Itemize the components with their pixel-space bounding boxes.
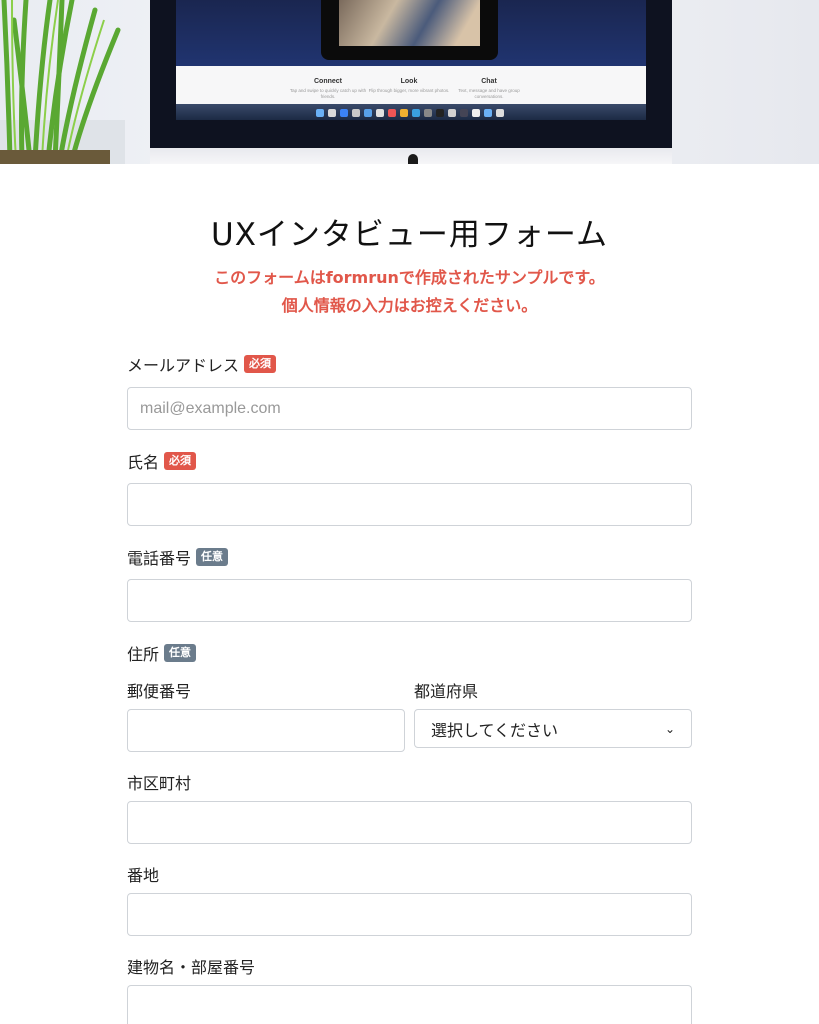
email-label-text: メールアドレス bbox=[127, 356, 240, 375]
name-label: 氏名 必須 bbox=[127, 449, 197, 473]
email-placeholder: mail@example.com bbox=[140, 399, 281, 417]
phone-label-text: 電話番号 bbox=[127, 549, 192, 568]
street-label: 番地 bbox=[127, 862, 159, 886]
building-label-text: 建物名・部屋番号 bbox=[127, 958, 256, 977]
notice-line-2: 個人情報の入力はお控えください。 bbox=[281, 296, 538, 315]
email-label: メールアドレス 必須 bbox=[127, 352, 277, 376]
notice-line-1: このフォームはformrunで作成されたサンプルです。 bbox=[214, 268, 605, 287]
feature-connect: Connect Tap and swipe to quickly catch u… bbox=[283, 78, 373, 100]
form-title: UXインタビュー用フォーム bbox=[211, 217, 608, 253]
email-input[interactable]: mail@example.com bbox=[127, 387, 692, 430]
feature-look: Look Flip through bigger, more vibrant p… bbox=[364, 78, 454, 94]
optional-badge: 任意 bbox=[196, 548, 229, 566]
building-input[interactable] bbox=[127, 985, 692, 1024]
city-input[interactable] bbox=[127, 801, 692, 844]
postal-label-text: 郵便番号 bbox=[127, 682, 192, 701]
city-label-text: 市区町村 bbox=[127, 774, 192, 793]
required-badge: 必須 bbox=[164, 452, 197, 470]
plant-illustration bbox=[0, 0, 125, 164]
dock bbox=[176, 104, 646, 120]
required-badge: 必須 bbox=[244, 355, 277, 373]
prefecture-select[interactable]: 選択してください ⌄ bbox=[414, 709, 692, 748]
prefecture-selected-value: 選択してください bbox=[431, 720, 559, 740]
optional-badge: 任意 bbox=[164, 644, 197, 662]
prefecture-label: 都道府県 bbox=[414, 678, 478, 702]
form-notice: このフォームはformrunで作成されたサンプルです。 個人情報の入力はお控えく… bbox=[0, 264, 819, 320]
street-input[interactable] bbox=[127, 893, 692, 936]
feature-title: Look bbox=[400, 78, 418, 85]
feature-desc: Tap and swipe to quickly catch up with f… bbox=[289, 88, 367, 99]
prefecture-label-text: 都道府県 bbox=[414, 682, 479, 701]
name-input[interactable] bbox=[127, 483, 692, 526]
apple-logo-icon bbox=[408, 154, 418, 164]
feature-title: Chat bbox=[481, 78, 497, 85]
postal-label: 郵便番号 bbox=[127, 678, 191, 702]
city-label: 市区町村 bbox=[127, 770, 191, 794]
hero-image: Connect Tap and swipe to quickly catch u… bbox=[0, 0, 819, 164]
building-label: 建物名・部屋番号 bbox=[127, 954, 255, 978]
phone-image bbox=[321, 0, 498, 60]
feature-chat: Chat Text, message and have group conver… bbox=[444, 78, 534, 100]
address-label-text: 住所 bbox=[127, 645, 160, 664]
monitor-screen: Connect Tap and swipe to quickly catch u… bbox=[176, 0, 646, 120]
feature-title: Connect bbox=[314, 78, 342, 85]
address-label: 住所 任意 bbox=[127, 641, 197, 665]
street-label-text: 番地 bbox=[127, 866, 160, 885]
chevron-down-icon: ⌄ bbox=[664, 721, 675, 736]
phone-input[interactable] bbox=[127, 579, 692, 622]
feature-desc: Text, message and have group conversatio… bbox=[458, 88, 520, 99]
feature-desc: Flip through bigger, more vibrant photos… bbox=[368, 88, 450, 93]
name-label-text: 氏名 bbox=[127, 453, 160, 472]
phone-label: 電話番号 任意 bbox=[127, 545, 229, 569]
postal-code-input[interactable] bbox=[127, 709, 405, 752]
